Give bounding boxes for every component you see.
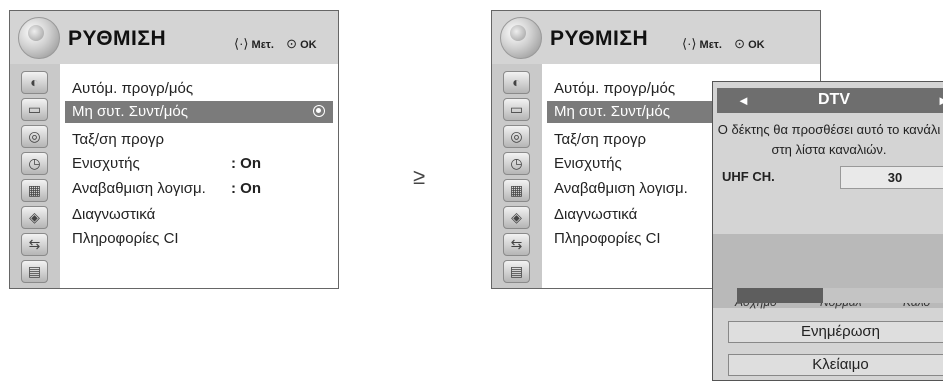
selected-radio-icon bbox=[313, 105, 325, 117]
option-category-icon[interactable]: ◈ bbox=[503, 206, 530, 229]
settings-menu-left: ΡΥΘΜΙΣΗ ⟨·⟩ Μετ. ⊙ OK ◐ ▭ ◎ ◷ ▦ ◈ ⇆ ▤ Αυ… bbox=[9, 10, 339, 289]
item-label: Διαγνωστικά bbox=[554, 206, 638, 223]
setup-category-icon[interactable]: ◐ bbox=[503, 71, 530, 94]
item-label: Ενισχυτής bbox=[554, 155, 622, 172]
uhf-channel-label: UHF CH. bbox=[722, 169, 775, 184]
item-label: Αναβαθμιση λογισμ. bbox=[554, 180, 688, 197]
item-label: Μη συτ. Συντ/μός bbox=[72, 103, 189, 120]
lock-button[interactable]: Κλείαιμο bbox=[728, 354, 943, 376]
move-hint-label: Μετ. bbox=[699, 39, 722, 51]
option-category-icon[interactable]: ◈ bbox=[21, 206, 48, 229]
category-sidebar: ◐ ▭ ◎ ◷ ▦ ◈ ⇆ ▤ bbox=[10, 64, 60, 288]
item-label: Ταξ/ση προγρ bbox=[72, 131, 165, 148]
lock-category-icon[interactable]: ▦ bbox=[503, 179, 530, 202]
menu-item-manual-tuning[interactable]: Μη συτ. Συντ/μός bbox=[65, 101, 333, 123]
menu-item-software-update[interactable]: Αναβαθμιση λογισμ. : On bbox=[65, 178, 333, 200]
ok-button-icon: ⊙ bbox=[734, 36, 746, 51]
category-sidebar: ◐ ▭ ◎ ◷ ▦ ◈ ⇆ ▤ bbox=[492, 64, 542, 288]
audio-category-icon[interactable]: ◎ bbox=[503, 125, 530, 148]
time-category-icon[interactable]: ◷ bbox=[503, 152, 530, 175]
signal-strength-bar bbox=[737, 288, 943, 303]
item-label: Πληροφορίες CI bbox=[554, 230, 661, 247]
move-arrows-icon: ⟨·⟩ bbox=[682, 36, 697, 51]
satellite-dish-icon bbox=[500, 17, 542, 59]
satellite-dish-icon bbox=[18, 17, 60, 59]
ok-hint-label: OK bbox=[748, 39, 765, 51]
uhf-channel-input[interactable]: 30 bbox=[840, 166, 943, 189]
lock-category-icon[interactable]: ▦ bbox=[21, 179, 48, 202]
mode-label: DTV bbox=[818, 91, 850, 108]
menu-item-auto-tuning[interactable]: Αυτόμ. προγρ/μός bbox=[65, 78, 333, 100]
move-arrows-icon: ⟨·⟩ bbox=[234, 36, 249, 51]
usb-category-icon[interactable]: ▤ bbox=[503, 260, 530, 283]
time-category-icon[interactable]: ◷ bbox=[21, 152, 48, 175]
item-label: Αναβαθμιση λογισμ. bbox=[72, 180, 206, 197]
item-label: Αυτόμ. προγρ/μός bbox=[554, 80, 676, 97]
info-message: Ο δέκτης θα προσθέσει αυτό το κανάλι στη… bbox=[717, 122, 941, 157]
next-step-arrow: ≥ bbox=[413, 164, 426, 189]
ok-button-icon: ⊙ bbox=[286, 36, 298, 51]
input-category-icon[interactable]: ⇆ bbox=[21, 233, 48, 256]
signal-strength-fill bbox=[737, 288, 824, 303]
item-label: Διαγνωστικά bbox=[72, 206, 156, 223]
item-label: Μη συτ. Συντ/μός bbox=[554, 103, 671, 120]
menu-items: Αυτόμ. προγρ/μός Μη συτ. Συντ/μός Ταξ/ση… bbox=[60, 64, 338, 288]
item-label: Ενισχυτής bbox=[72, 155, 140, 172]
picture-category-icon[interactable]: ▭ bbox=[503, 98, 530, 121]
move-hint-label: Μετ. bbox=[251, 39, 274, 51]
item-label: Πληροφορίες CI bbox=[72, 230, 179, 247]
ok-hint-label: OK bbox=[300, 39, 317, 51]
update-button[interactable]: Ενημέρωση bbox=[728, 321, 943, 343]
nav-hint: ⟨·⟩ Μετ. ⊙ OK bbox=[682, 36, 765, 52]
audio-category-icon[interactable]: ◎ bbox=[21, 125, 48, 148]
manual-tuning-popup: ◄ DTV ► Ο δέκτης θα προσθέσει αυτό το κα… bbox=[712, 81, 943, 381]
mode-selector[interactable]: ◄ DTV ► bbox=[717, 88, 943, 113]
menu-header: ΡΥΘΜΙΣΗ ⟨·⟩ Μετ. ⊙ OK bbox=[492, 11, 820, 64]
menu-header: ΡΥΘΜΙΣΗ ⟨·⟩ Μετ. ⊙ OK bbox=[10, 11, 338, 64]
usb-category-icon[interactable]: ▤ bbox=[21, 260, 48, 283]
item-value: : On bbox=[231, 155, 261, 172]
menu-title: ΡΥΘΜΙΣΗ bbox=[550, 27, 649, 50]
setup-category-icon[interactable]: ◐ bbox=[21, 71, 48, 94]
item-value: : On bbox=[231, 180, 261, 197]
nav-hint: ⟨·⟩ Μετ. ⊙ OK bbox=[234, 36, 317, 52]
item-label: Ταξ/ση προγρ bbox=[554, 131, 647, 148]
right-arrow-icon[interactable]: ► bbox=[937, 93, 943, 108]
picture-category-icon[interactable]: ▭ bbox=[21, 98, 48, 121]
menu-title: ΡΥΘΜΙΣΗ bbox=[68, 27, 167, 50]
menu-item-programme-edit[interactable]: Ταξ/ση προγρ bbox=[65, 129, 333, 151]
input-category-icon[interactable]: ⇆ bbox=[503, 233, 530, 256]
menu-item-diagnostics[interactable]: Διαγνωστικά bbox=[65, 204, 333, 226]
menu-item-ci-information[interactable]: Πληροφορίες CI bbox=[65, 228, 333, 250]
item-label: Αυτόμ. προγρ/μός bbox=[72, 80, 194, 97]
menu-item-booster[interactable]: Ενισχυτής : On bbox=[65, 153, 333, 175]
